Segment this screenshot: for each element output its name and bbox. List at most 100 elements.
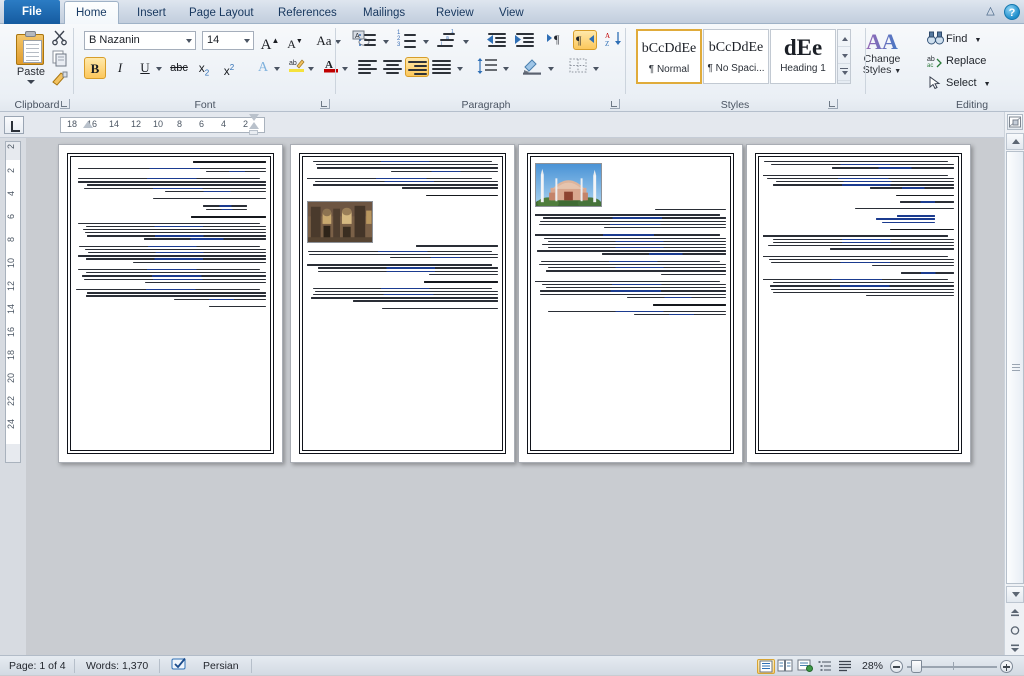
bullets-dropdown[interactable] xyxy=(380,30,391,52)
zoom-level[interactable]: 28% xyxy=(855,656,890,676)
superscript-button[interactable]: x2 xyxy=(218,57,240,79)
grow-font-button[interactable]: A▲ xyxy=(259,30,281,52)
tab-page-layout[interactable]: Page Layout xyxy=(178,2,265,24)
document-page-1[interactable] xyxy=(58,144,283,463)
justify-dropdown[interactable] xyxy=(454,57,465,79)
select-dropdown-arrow[interactable]: ▼ xyxy=(984,81,991,88)
tab-references[interactable]: References xyxy=(267,2,348,24)
tab-file[interactable]: File xyxy=(4,0,60,24)
clipboard-dialog-launcher[interactable] xyxy=(60,99,70,109)
vertical-scrollbar[interactable] xyxy=(1004,112,1024,655)
underline-dropdown[interactable] xyxy=(153,57,164,79)
highlight-dropdown[interactable] xyxy=(305,57,316,79)
change-case-dropdown[interactable] xyxy=(332,30,343,52)
tab-review[interactable]: Review xyxy=(425,2,485,24)
view-print-layout-button[interactable] xyxy=(757,659,775,674)
paste-button[interactable]: Paste xyxy=(8,28,54,90)
align-center-button[interactable] xyxy=(381,57,405,77)
view-ruler-button[interactable] xyxy=(1007,114,1023,130)
style-heading-1[interactable]: dEe Heading 1 xyxy=(770,29,836,84)
find-dropdown-arrow[interactable]: ▼ xyxy=(974,37,981,44)
page-indicator[interactable]: Page: 1 of 4 xyxy=(2,656,73,676)
cut-button[interactable] xyxy=(50,28,72,48)
chevron-down-icon[interactable] xyxy=(244,39,250,43)
next-page-button[interactable] xyxy=(1008,642,1022,656)
right-to-left-text-button[interactable]: ¶ xyxy=(573,30,597,50)
view-full-screen-reading-button[interactable] xyxy=(777,659,795,674)
styles-scroll-up[interactable] xyxy=(838,30,850,47)
hagia-sophia-photo[interactable] xyxy=(535,163,602,207)
paste-dropdown-arrow[interactable] xyxy=(27,80,35,84)
scroll-up-button[interactable] xyxy=(1006,133,1024,150)
tab-view[interactable]: View xyxy=(488,2,535,24)
document-page-4[interactable] xyxy=(746,144,971,463)
line-spacing-dropdown[interactable] xyxy=(500,57,511,79)
multilevel-list-dropdown[interactable] xyxy=(460,30,471,52)
shading-button[interactable] xyxy=(521,57,545,77)
tab-insert[interactable]: Insert xyxy=(126,2,177,24)
chevron-up-icon[interactable]: △ xyxy=(982,3,999,20)
previous-page-button[interactable] xyxy=(1008,606,1022,620)
increase-indent-button[interactable] xyxy=(514,30,538,50)
borders-button[interactable] xyxy=(566,57,590,77)
align-left-button[interactable] xyxy=(356,57,380,77)
hanging-indent-marker[interactable] xyxy=(83,121,93,128)
word-count[interactable]: Words: 1,370 xyxy=(79,656,155,676)
font-name-combobox[interactable]: B Nazanin xyxy=(84,31,196,50)
text-effects-dropdown[interactable] xyxy=(271,57,282,79)
styles-scroll-down[interactable] xyxy=(838,47,850,64)
replace-button[interactable]: ab ac Replace xyxy=(926,51,986,71)
vertical-ruler[interactable]: 2 2 4 6 8 10 12 14 16 18 20 22 24 xyxy=(5,141,21,463)
format-painter-button[interactable] xyxy=(50,70,72,90)
styles-dialog-launcher[interactable] xyxy=(828,99,838,109)
change-styles-button[interactable]: AA Change Styles ▼ xyxy=(856,30,908,77)
find-button[interactable]: Find ▼ xyxy=(926,29,981,49)
justify-button[interactable] xyxy=(430,57,454,77)
scroll-down-button[interactable] xyxy=(1006,586,1024,603)
view-web-layout-button[interactable] xyxy=(797,659,815,674)
language-indicator[interactable]: Persian xyxy=(196,656,246,676)
italic-button[interactable]: I xyxy=(109,57,131,79)
decrease-indent-button[interactable] xyxy=(486,30,510,50)
paragraph-dialog-launcher[interactable] xyxy=(610,99,620,109)
shading-dropdown[interactable] xyxy=(545,57,556,79)
horizontal-ruler[interactable]: 18 16 14 12 10 8 6 4 2 xyxy=(60,117,265,133)
view-draft-button[interactable] xyxy=(837,659,855,674)
select-button[interactable]: Select ▼ xyxy=(926,73,991,93)
numbering-button[interactable]: 1 2 3 xyxy=(396,30,420,50)
basilica-interior-photo[interactable] xyxy=(307,201,373,243)
help-question-icon[interactable]: ? xyxy=(1004,4,1020,20)
tab-home[interactable]: Home xyxy=(64,1,119,24)
strikethrough-button[interactable]: abc xyxy=(168,57,190,79)
style-no-spacing[interactable]: bCcDdEe ¶ No Spaci... xyxy=(703,29,769,84)
scrollbar-thumb[interactable] xyxy=(1006,151,1024,584)
bullets-button[interactable] xyxy=(356,30,380,50)
rtl-indent-markers[interactable] xyxy=(249,114,259,135)
styles-gallery-scroll[interactable] xyxy=(837,29,851,84)
document-page-3[interactable] xyxy=(518,144,743,463)
shrink-font-button[interactable]: A▼ xyxy=(284,30,306,52)
zoom-in-button[interactable] xyxy=(1000,660,1013,673)
copy-button[interactable] xyxy=(50,49,72,69)
multilevel-list-button[interactable]: 1 a i xyxy=(436,30,460,50)
numbering-dropdown[interactable] xyxy=(420,30,431,52)
subscript-button[interactable]: x2 xyxy=(193,57,215,79)
left-to-right-text-button[interactable]: ¶ xyxy=(546,30,570,50)
align-right-button[interactable] xyxy=(405,57,429,77)
select-browse-object-button[interactable] xyxy=(1008,624,1022,638)
style-normal[interactable]: bCcDdEe ¶ Normal xyxy=(636,29,702,84)
tab-stop-selector[interactable] xyxy=(4,116,24,134)
zoom-out-button[interactable] xyxy=(890,660,903,673)
chevron-down-icon[interactable] xyxy=(186,39,192,43)
view-outline-button[interactable] xyxy=(817,659,835,674)
font-size-combobox[interactable]: 14 xyxy=(202,31,254,50)
document-canvas[interactable] xyxy=(26,138,1004,655)
bold-button[interactable]: B xyxy=(84,57,106,79)
borders-dropdown[interactable] xyxy=(590,57,601,79)
zoom-slider-thumb[interactable] xyxy=(911,660,922,673)
line-spacing-button[interactable] xyxy=(476,57,500,77)
document-page-2[interactable] xyxy=(290,144,515,463)
proofing-status-button[interactable] xyxy=(164,656,196,676)
styles-more-button[interactable] xyxy=(838,64,850,81)
font-dialog-launcher[interactable] xyxy=(320,99,330,109)
